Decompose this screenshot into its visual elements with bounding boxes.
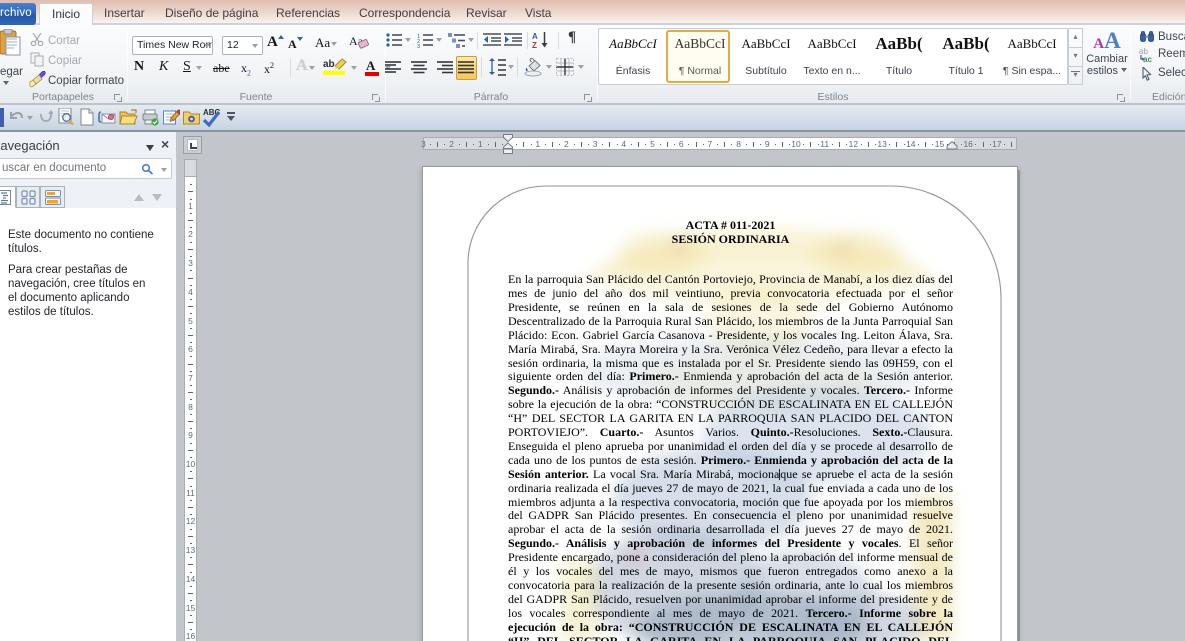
svg-text:ab: ab: [323, 59, 335, 70]
svg-text:A: A: [532, 32, 538, 41]
svg-text:A: A: [366, 58, 376, 73]
svg-text:3: 3: [417, 44, 420, 49]
svg-text:Z: Z: [532, 41, 537, 49]
